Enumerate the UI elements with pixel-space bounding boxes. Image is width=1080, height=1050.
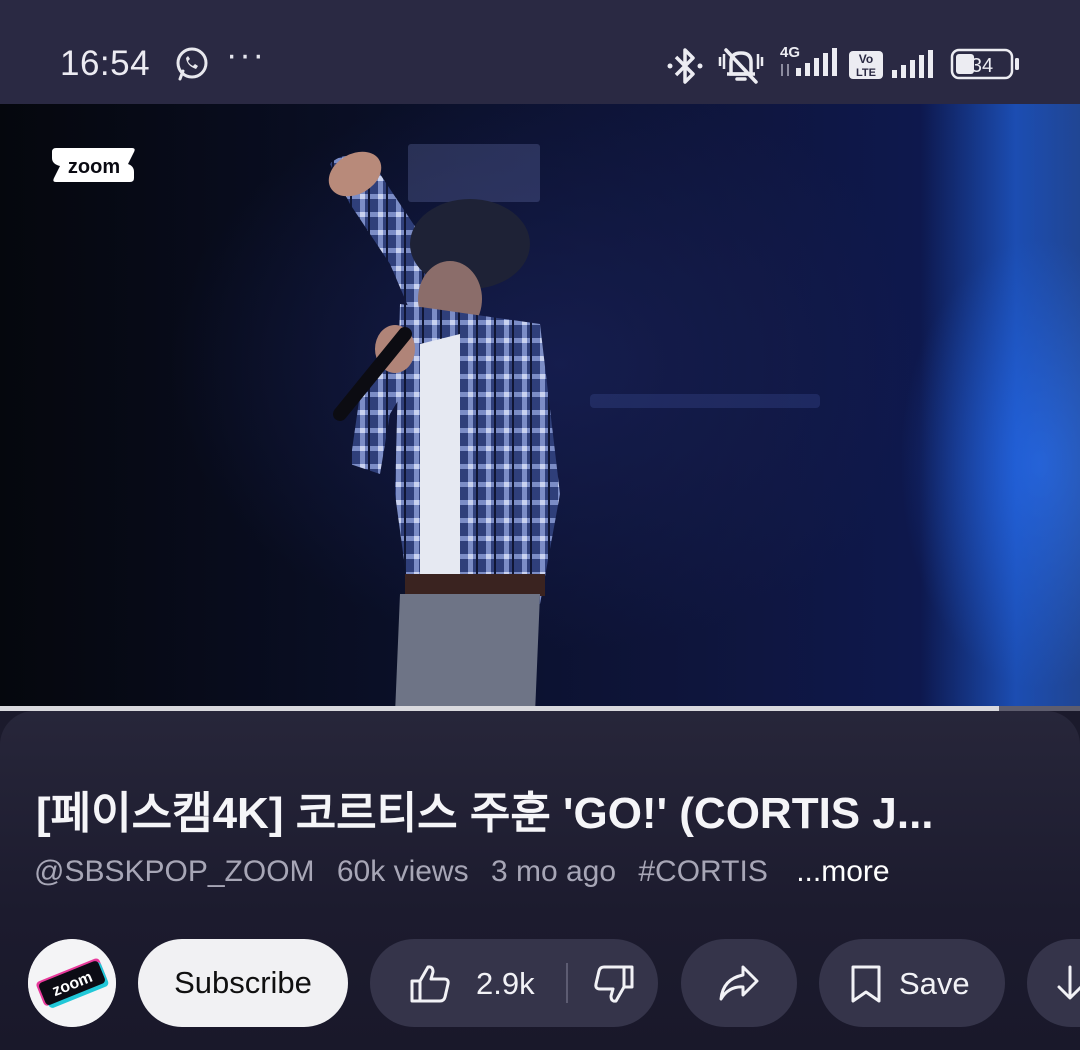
like-button[interactable] (408, 963, 452, 1005)
save-label: Save (899, 966, 970, 1001)
view-count: 60k views (336, 855, 469, 888)
save-button[interactable]: Save (819, 939, 1005, 1027)
battery-level: 34 (971, 55, 993, 77)
stage-light-bar (590, 394, 820, 408)
thumbs-down-icon (594, 965, 634, 1003)
more-dots-icon: ··· (226, 36, 266, 74)
subscribe-label: Subscribe (174, 965, 312, 1000)
volte-icon: Vo LTE (848, 50, 884, 80)
share-icon (719, 965, 759, 1001)
volte-bottom-label: LTE (856, 67, 876, 79)
upload-age: 3 mo ago (490, 855, 617, 888)
download-button[interactable] (1027, 939, 1080, 1027)
hashtag-link[interactable]: #CORTIS (638, 855, 767, 888)
video-player[interactable]: zoom (0, 104, 1080, 708)
channel-avatar[interactable]: zoom (28, 939, 116, 1027)
video-title[interactable]: [페이스캠4K] 코르티스 주훈 'GO!' (CORTIS J... (36, 777, 1046, 841)
subscribe-button[interactable]: Subscribe (138, 939, 348, 1027)
video-info-panel: [페이스캠4K] 코르티스 주훈 'GO!' (CORTIS J... @SBS… (0, 711, 1080, 1050)
silent-bell-icon (716, 44, 766, 86)
status-bar: 16:54 ··· 4G Vo LTE 34 (0, 0, 1080, 104)
performer-image (300, 134, 600, 708)
channel-handle[interactable]: @SBSKPOP_ZOOM (34, 855, 315, 888)
action-bar: zoom Subscribe 2.9k Save (0, 939, 1080, 1029)
zoom-logo: zoom (48, 144, 140, 186)
like-dislike-group: 2.9k (370, 939, 658, 1027)
dislike-button[interactable] (592, 963, 636, 1005)
4g-signal-icon: 4G (778, 42, 844, 80)
volte-top-label: Vo (859, 52, 873, 66)
download-arrow-icon (1055, 963, 1080, 1005)
like-count: 2.9k (476, 966, 535, 1001)
signal-icon (890, 48, 938, 80)
whatsapp-icon (174, 46, 210, 82)
network-type-label: 4G (780, 44, 800, 61)
share-button[interactable] (681, 939, 797, 1027)
more-description-link[interactable]: ...more (796, 855, 889, 888)
zoom-logo-text: zoom (68, 156, 120, 178)
battery-icon: 34 (950, 48, 1022, 80)
video-meta[interactable]: @SBSKPOP_ZOOM 60k views 3 mo ago #CORTIS… (34, 855, 904, 889)
youtube-watch-page: 16:54 ··· 4G Vo LTE 34 zoom [페이스캠4K] 코르티… (0, 0, 1080, 1050)
like-divider (566, 963, 568, 1003)
stage-spotlight (920, 104, 1080, 708)
thumbs-up-icon (410, 965, 450, 1003)
status-clock: 16:54 (60, 44, 151, 83)
bluetooth-icon (666, 46, 704, 86)
bookmark-icon (849, 963, 883, 1005)
